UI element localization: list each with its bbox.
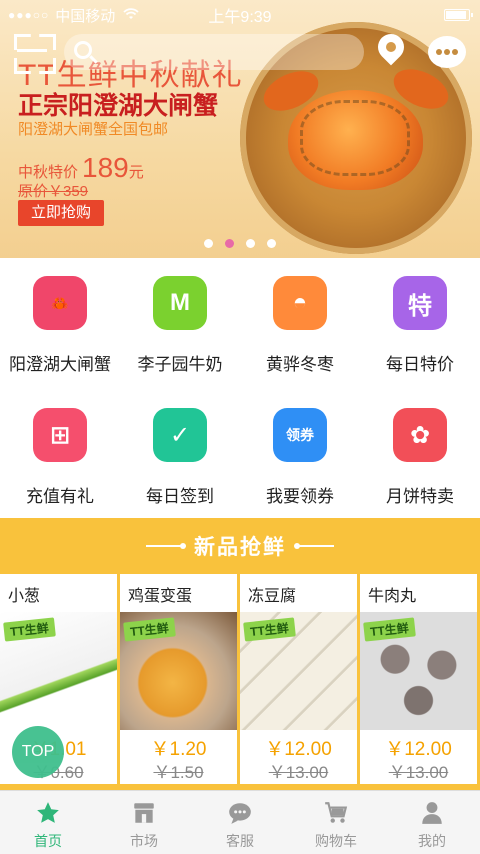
back-to-top-button[interactable]: TOP — [12, 726, 64, 778]
tab-user[interactable]: 我的 — [384, 791, 480, 854]
product-image: TT生鲜 — [120, 612, 237, 730]
battery-icon — [444, 9, 473, 21]
banner-shipping: 阳澄湖大闸蟹全国包邮 — [18, 121, 169, 138]
category-label: 黄骅冬枣 — [266, 355, 334, 374]
jujube-icon: ◓ — [273, 276, 327, 330]
category-item[interactable]: M 李子园牛奶 — [120, 258, 240, 388]
category-item[interactable]: ⊞ 充值有礼 — [0, 388, 120, 518]
category-grid: 🦀 阳澄湖大闸蟹 M 李子园牛奶 ◓ 黄骅冬枣特每日特价 ⊞ 充值有礼 ✓ 每日签到 领券 我要领券 ✿… — [0, 258, 480, 518]
special-tag-icon: 特 — [393, 276, 447, 330]
crab-rope-image — [300, 100, 410, 176]
section-header: 新品抢鲜 — [0, 518, 480, 574]
scan-icon[interactable] — [14, 34, 50, 68]
tab-star[interactable]: 首页 — [0, 791, 96, 854]
message-icon[interactable] — [428, 36, 466, 68]
crab-icon: 🦀 — [33, 276, 87, 330]
price-unit: 元 — [128, 164, 144, 181]
coupon-icon: 领券 — [273, 408, 327, 462]
tab-label: 我的 — [418, 833, 446, 849]
category-item[interactable]: 领券 我要领券 — [240, 388, 360, 518]
tab-label: 客服 — [226, 833, 254, 849]
category-label: 我要领券 — [266, 487, 334, 506]
carousel-dot[interactable] — [246, 239, 255, 248]
tab-label: 首页 — [34, 833, 62, 849]
tab-cart[interactable]: 购物车 — [288, 791, 384, 854]
user-icon — [418, 799, 446, 827]
brand-tag: TT生鲜 — [243, 617, 296, 642]
gift-icon: ⊞ — [33, 408, 87, 462]
category-label: 李子园牛奶 — [137, 355, 223, 374]
price-label: 中秋特价 — [18, 164, 79, 181]
product-card[interactable]: 鸡蛋变蛋 TT生鲜 ￥1.20 ￥1.50 — [120, 574, 237, 784]
category-item[interactable]: 特每日特价 — [360, 258, 480, 388]
tab-bar: 首页 市场 客服 购物车 我的 — [0, 790, 480, 854]
tab-label: 购物车 — [315, 833, 357, 849]
category-item[interactable]: ✿ 月饼特卖 — [360, 388, 480, 518]
category-item[interactable]: ◓ 黄骅冬枣 — [240, 258, 360, 388]
milk-icon: M — [153, 276, 207, 330]
clock: 上午9:39 — [208, 9, 272, 26]
category-label: 充值有礼 — [26, 487, 94, 506]
brand-tag: TT生鲜 — [123, 617, 176, 642]
mooncake-icon: ✿ — [393, 408, 447, 462]
category-item[interactable]: ✓ 每日签到 — [120, 388, 240, 518]
category-label: 每日签到 — [146, 487, 214, 506]
checkin-icon: ✓ — [153, 408, 207, 462]
product-card[interactable]: 冻豆腐 TT生鲜 ￥12.00 ￥13.00 — [240, 574, 357, 784]
search-input[interactable] — [64, 34, 364, 70]
carousel-dot-active[interactable] — [225, 239, 234, 248]
brand-tag: TT生鲜 — [3, 617, 56, 642]
tab-chat[interactable]: 客服 — [192, 791, 288, 854]
location-pin-icon[interactable] — [372, 28, 410, 70]
product-image: TT生鲜 — [360, 612, 477, 730]
new-products-section: 新品抢鲜 小葱TT生鲜￥1.01￥0.60鸡蛋变蛋TT生鲜￥1.20￥1.50冻… — [0, 518, 480, 790]
buy-now-button[interactable]: 立即抢购 — [18, 200, 104, 226]
chat-icon — [226, 799, 254, 827]
carousel-dot[interactable] — [267, 239, 276, 248]
category-label: 月饼特卖 — [386, 487, 454, 506]
category-label: 每日特价 — [386, 355, 454, 374]
star-icon — [34, 799, 62, 827]
cart-icon — [322, 799, 350, 827]
product-image: TT生鲜 — [240, 612, 357, 730]
product-price: ￥12.00 — [385, 739, 452, 760]
product-list: 小葱TT生鲜￥1.01￥0.60鸡蛋变蛋TT生鲜￥1.20￥1.50冻豆腐TT生… — [0, 574, 480, 784]
price-value: 189 — [82, 152, 129, 183]
search-icon — [74, 41, 92, 59]
status-bar: ●●●○○ 中国移动 上午9:39 — [0, 0, 480, 30]
product-old-price: ￥13.00 — [268, 763, 329, 782]
category-label: 阳澄湖大闸蟹 — [9, 355, 111, 374]
tab-label: 市场 — [130, 833, 158, 849]
product-price: ￥12.00 — [265, 739, 332, 760]
tab-market[interactable]: 市场 — [96, 791, 192, 854]
product-name: 牛肉丸 — [368, 588, 417, 605]
banner-original-price: 原价￥359 — [18, 183, 89, 200]
product-name: 冻豆腐 — [248, 588, 297, 605]
section-title: 新品抢鲜 — [194, 536, 286, 559]
product-image: TT生鲜 — [0, 612, 117, 730]
product-old-price: ￥13.00 — [388, 763, 449, 782]
carousel-indicator[interactable] — [204, 239, 276, 248]
product-name: 鸡蛋变蛋 — [128, 588, 193, 605]
market-icon — [130, 799, 158, 827]
product-old-price: ￥1.50 — [153, 763, 204, 782]
brand-tag: TT生鲜 — [363, 617, 416, 642]
banner-subtitle: 正宗阳澄湖大闸蟹 — [18, 92, 219, 120]
category-item[interactable]: 🦀 阳澄湖大闸蟹 — [0, 258, 120, 388]
product-price: ￥1.20 — [150, 739, 207, 760]
product-name: 小葱 — [8, 588, 41, 605]
carousel-dot[interactable] — [204, 239, 213, 248]
product-card[interactable]: 牛肉丸 TT生鲜 ￥12.00 ￥13.00 — [360, 574, 477, 784]
